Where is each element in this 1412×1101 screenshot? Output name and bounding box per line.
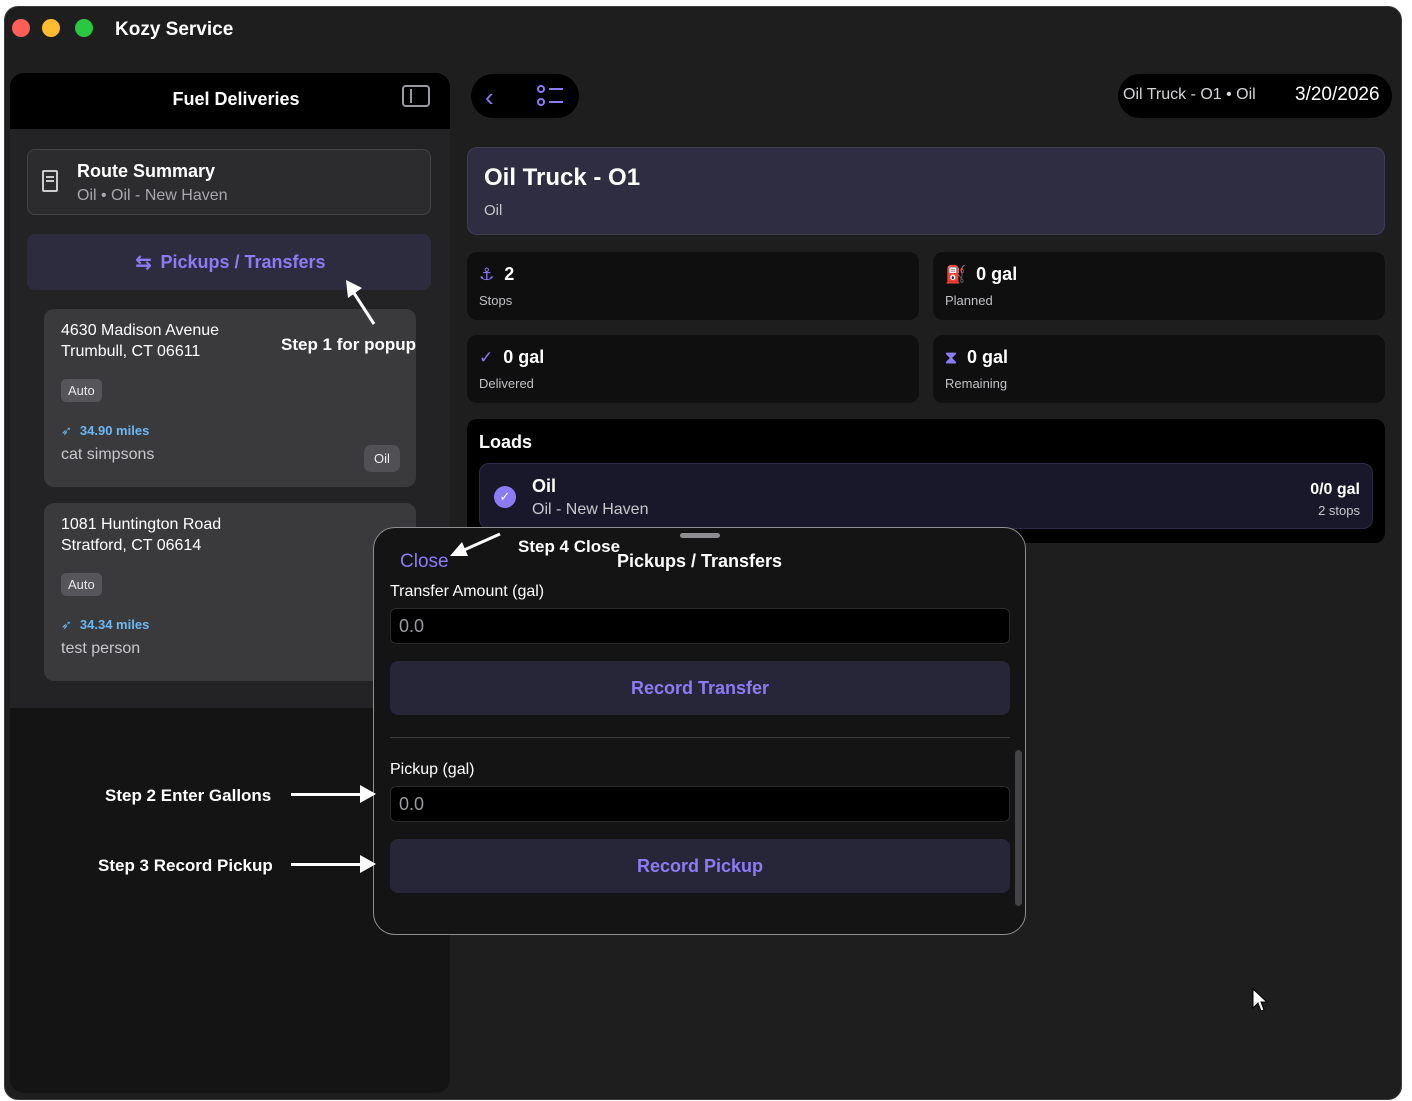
loads-title: Loads [479,432,533,452]
transfer-arrows-icon: ⇆ [135,252,152,275]
load-amount: 0/0 gal [1310,481,1360,498]
loads-section: Loads ✓ Oil Oil - New Haven 0/0 gal 2 st… [467,419,1385,543]
minimize-window-button[interactable] [42,19,60,37]
sidebar-header: Fuel Deliveries [10,73,450,129]
pickup-label: Pickup (gal) [390,761,475,778]
stat-value: 0 gal [503,347,545,367]
stat-stops: ⚓ 2 Stops [467,252,919,320]
location-arrow-icon: ➶ [61,423,72,438]
mouse-pointer-icon [1252,988,1268,1012]
route-summary-card[interactable]: Route Summary Oil • Oil - New Haven [27,149,431,215]
stat-remaining: ⧗ 0 gal Remaining [933,335,1385,403]
sidebar-title: Fuel Deliveries [172,89,300,109]
sheet-scrollbar[interactable] [1015,750,1022,906]
check-circle-icon: ✓ [479,348,494,367]
annotation-step1: Step 1 for popup [281,335,417,354]
stat-planned: ⛽ 0 gal Planned [933,252,1385,320]
record-transfer-button[interactable]: Record Transfer [390,661,1010,715]
stop-customer-name: cat simpsons [61,446,155,463]
sheet-grabber[interactable] [680,533,720,538]
stop-customer-name: test person [61,640,141,657]
annotation-step3: Step 3 Record Pickup [98,856,273,875]
stat-value: 0 gal [976,264,1018,284]
load-row[interactable]: ✓ Oil Oil - New Haven 0/0 gal 2 stops [479,463,1373,529]
close-window-button[interactable] [12,19,30,37]
back-chevron-icon[interactable]: ‹ [485,82,494,113]
annotation-step2: Step 2 Enter Gallons [105,786,272,805]
transfer-amount-input[interactable]: 0.0 [390,608,1010,644]
sidebar-toggle-icon[interactable] [402,85,430,107]
annotation-arrow-step4 [450,532,501,556]
stop-tag-badge: Auto [61,573,102,596]
stat-value: 0 gal [966,347,1008,367]
annotation-arrow-step2-line [291,793,361,796]
checklist-icon[interactable] [537,84,563,108]
pickups-transfers-label: Pickups / Transfers [160,252,326,272]
document-icon [42,170,58,192]
stop-product-badge: Oil [364,445,400,472]
annotation-arrow-step3-head [360,855,376,873]
fuel-pump-icon: ⛽ [945,265,967,284]
annotation-arrow-step3-line [291,863,361,866]
annotation-arrow-step2-head [360,785,376,803]
location-arrow-icon: ➶ [61,617,72,632]
stop-card[interactable]: 1081 Huntington Road Stratford, CT 06614… [44,503,416,681]
app-title: Kozy Service [115,19,234,40]
pickups-transfers-sheet: Close Pickups / Transfers Transfer Amoun… [373,527,1026,935]
truck-type: Oil [484,202,503,219]
route-summary-subtitle: Oil • Oil - New Haven [77,187,228,204]
title-bar: Kozy Service [5,7,1401,53]
stop-distance: ➶ 34.90 miles [61,423,149,439]
checkmark-icon: ✓ [494,486,516,508]
record-pickup-button[interactable]: Record Pickup [390,839,1010,893]
stat-value: 2 [504,264,515,284]
truck-date-pill[interactable]: Oil Truck - O1 • Oil 3/20/2026 [1118,74,1392,118]
annotation-step4: Step 4 Close [518,537,621,556]
stop-address-line2: Stratford, CT 06614 [61,537,202,554]
zoom-window-button[interactable] [75,19,93,37]
route-date: 3/20/2026 [1295,84,1380,105]
stop-tag-badge: Auto [61,379,102,402]
truck-header-card: Oil Truck - O1 Oil [467,147,1385,235]
load-name: Oil [532,476,557,496]
stat-label: Planned [945,293,993,308]
stat-label: Delivered [479,376,534,391]
stop-address-line2: Trumbull, CT 06611 [61,343,201,360]
sheet-divider [390,737,1010,738]
transfer-amount-label: Transfer Amount (gal) [390,583,545,600]
navigation-pill: ‹ [471,74,579,118]
annotation-arrow-step1 [346,280,376,325]
route-summary-title: Route Summary [77,161,216,181]
stop-address-line1: 4630 Madison Avenue [61,322,220,339]
anchor-icon: ⚓ [479,265,495,284]
stop-distance-value: 34.34 miles [79,617,150,632]
stat-label: Stops [479,293,513,308]
truck-name: Oil Truck - O1 [484,164,641,191]
truck-label: Oil Truck - O1 • Oil [1123,86,1256,103]
stat-label: Remaining [945,376,1008,391]
stop-distance-value: 34.90 miles [79,423,150,438]
hourglass-icon: ⧗ [945,348,957,367]
stop-distance: ➶ 34.34 miles [61,617,149,633]
stat-delivered: ✓ 0 gal Delivered [467,335,919,403]
load-subtitle: Oil - New Haven [532,501,649,518]
pickup-input[interactable]: 0.0 [390,786,1010,822]
load-stop-count: 2 stops [1318,503,1360,518]
stop-address-line1: 1081 Huntington Road [61,516,222,533]
